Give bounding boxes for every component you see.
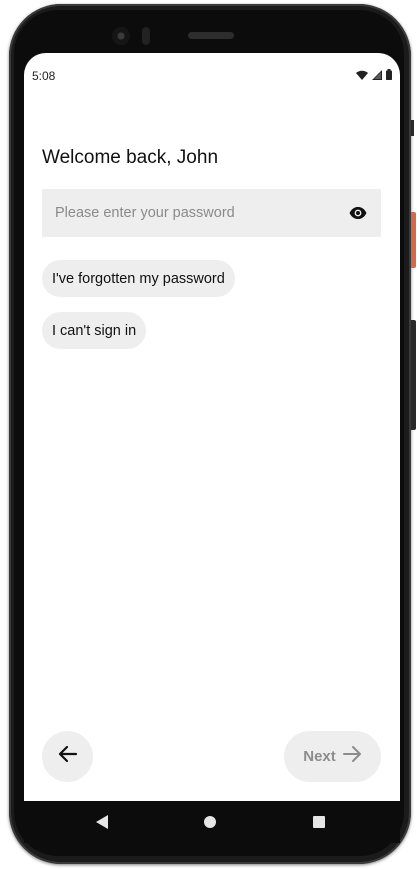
password-field[interactable] bbox=[42, 189, 381, 237]
nav-home-icon[interactable] bbox=[202, 814, 218, 830]
back-button[interactable] bbox=[42, 731, 93, 782]
status-icons bbox=[356, 69, 392, 80]
nav-recents-icon[interactable] bbox=[311, 814, 327, 830]
cellular-signal-icon bbox=[372, 69, 382, 80]
earpiece-speaker bbox=[188, 32, 234, 39]
forgot-password-label: I've forgotten my password bbox=[52, 270, 225, 287]
cant-sign-in-button[interactable]: I can't sign in bbox=[42, 312, 147, 349]
proximity-sensor bbox=[142, 27, 150, 45]
battery-icon bbox=[386, 69, 392, 80]
side-button-small bbox=[411, 120, 414, 136]
volume-rocker[interactable] bbox=[411, 320, 416, 430]
next-button[interactable]: Next bbox=[284, 731, 381, 782]
forgot-password-button[interactable]: I've forgotten my password bbox=[42, 260, 235, 297]
eye-icon[interactable] bbox=[347, 203, 369, 223]
wifi-icon bbox=[356, 70, 368, 80]
device-stage: 5:08 Welcome back, John I've forgotten m… bbox=[0, 0, 417, 870]
status-bar: 5:08 bbox=[24, 53, 400, 97]
next-label: Next bbox=[303, 748, 336, 765]
status-time: 5:08 bbox=[32, 69, 56, 83]
screen: 5:08 Welcome back, John I've forgotten m… bbox=[24, 53, 400, 841]
front-camera bbox=[112, 27, 130, 45]
arrow-left-icon bbox=[58, 745, 78, 768]
cant-sign-in-label: I can't sign in bbox=[52, 322, 137, 339]
page-title: Welcome back, John bbox=[42, 147, 219, 168]
nav-back-icon[interactable] bbox=[94, 814, 110, 830]
navigation-bar bbox=[24, 801, 400, 843]
arrow-right-icon bbox=[342, 745, 362, 768]
password-input[interactable] bbox=[42, 189, 332, 237]
power-button[interactable] bbox=[411, 212, 416, 268]
